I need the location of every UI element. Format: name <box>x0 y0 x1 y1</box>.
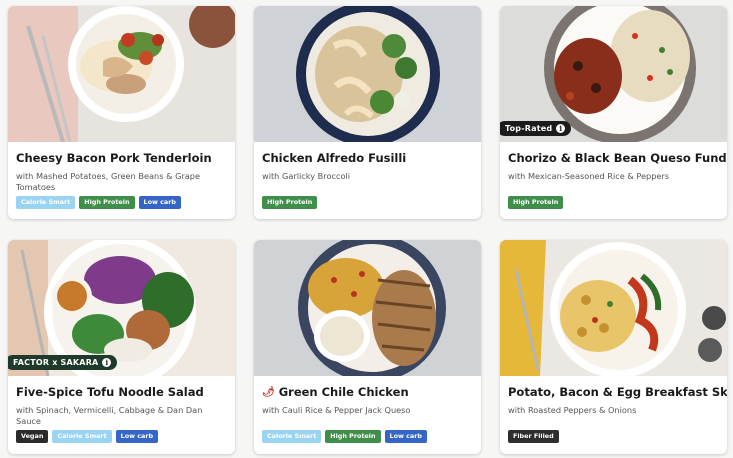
badge-label: FACTOR x SAKARA <box>13 358 99 367</box>
tag-calorie-smart: Calorie Smart <box>262 430 322 443</box>
tag-vegan: Vegan <box>16 430 49 443</box>
tag-low-carb: Low carb <box>115 430 159 443</box>
meal-card[interactable]: Cheesy Bacon Pork Tenderloin with Mashed… <box>8 6 235 219</box>
meal-subtitle: with Spinach, Vermicelli, Cabbage & Dan … <box>16 405 203 426</box>
meal-photo[interactable] <box>500 240 727 376</box>
tag-fiber-filled: Fiber Filled <box>508 430 559 443</box>
meal-card[interactable]: Chicken Alfredo Fusilli with Garlicky Br… <box>254 6 481 219</box>
meal-card[interactable]: Top-Rated i Chorizo & Black Bean Queso F… <box>500 6 727 219</box>
tag-high-protein: High Protein <box>508 196 564 209</box>
tag-calorie-smart: Calorie Smart <box>52 430 112 443</box>
meal-title[interactable]: Five-Spice Tofu Noodle Salad <box>16 385 235 399</box>
meal-tags: Vegan Calorie Smart Low carb <box>16 430 235 443</box>
tag-high-protein: High Protein <box>325 430 381 443</box>
chili-pepper-icon: 🌶 <box>262 386 275 398</box>
meal-tags: Calorie Smart High Protein Low carb <box>16 196 235 209</box>
meal-photo[interactable] <box>8 6 235 142</box>
meal-title-text: Chorizo & Black Bean Queso Fundido <box>508 151 727 165</box>
meal-title-text: Five-Spice Tofu Noodle Salad <box>16 385 204 399</box>
meal-subtitle: with Roasted Peppers & Onions <box>508 405 637 415</box>
meal-subtitle: with Mexican-Seasoned Rice & Peppers <box>508 171 670 181</box>
tag-low-carb: Low carb <box>138 196 181 209</box>
meal-title[interactable]: Cheesy Bacon Pork Tenderloin <box>16 151 235 165</box>
meal-card[interactable]: 🌶 Green Chile Chicken with Cauli Rice & … <box>254 240 481 454</box>
tag-low-carb: Low carb <box>384 430 427 443</box>
meal-title-text: Potato, Bacon & Egg Breakfast Skillet <box>508 385 727 399</box>
meal-subtitle: with Garlicky Broccoli <box>262 171 351 181</box>
partner-badge[interactable]: FACTOR x SAKARA i <box>8 355 118 370</box>
badge-label: Top-Rated <box>505 124 553 133</box>
meal-title[interactable]: 🌶 Green Chile Chicken <box>262 385 481 399</box>
meal-title[interactable]: Chorizo & Black Bean Queso Fundido <box>508 151 727 165</box>
meal-photo[interactable] <box>254 6 481 142</box>
meal-subtitle: with Mashed Potatoes, Green Beans & Grap… <box>16 171 201 192</box>
meal-title[interactable]: Potato, Bacon & Egg Breakfast Skillet <box>508 385 727 399</box>
tag-high-protein: High Protein <box>262 196 318 209</box>
top-rated-badge[interactable]: Top-Rated i <box>500 121 572 136</box>
meal-card[interactable]: FACTOR x SAKARA i Five-Spice Tofu Noodle… <box>8 240 235 454</box>
meal-title-text: Chicken Alfredo Fusilli <box>262 151 407 165</box>
info-icon[interactable]: i <box>556 124 566 133</box>
tag-calorie-smart: Calorie Smart <box>16 196 76 209</box>
meal-photo[interactable] <box>254 240 481 376</box>
meal-tags: Calorie Smart High Protein Low carb <box>262 430 481 443</box>
meal-title[interactable]: Chicken Alfredo Fusilli <box>262 151 481 165</box>
info-icon[interactable]: i <box>102 358 112 367</box>
meal-title-text: Green Chile Chicken <box>278 385 409 399</box>
meal-card[interactable]: Potato, Bacon & Egg Breakfast Skillet wi… <box>500 240 727 454</box>
meal-tags: High Protein <box>508 196 727 209</box>
meal-tags: High Protein <box>262 196 481 209</box>
meal-photo[interactable]: Top-Rated i <box>500 6 727 142</box>
meal-title-text: Cheesy Bacon Pork Tenderloin <box>16 151 212 165</box>
tag-high-protein: High Protein <box>79 196 135 209</box>
meal-subtitle: with Cauli Rice & Pepper Jack Queso <box>262 405 411 415</box>
meal-grid: Cheesy Bacon Pork Tenderloin with Mashed… <box>8 6 727 454</box>
meal-tags: Fiber Filled <box>508 430 727 443</box>
meal-photo[interactable]: FACTOR x SAKARA i <box>8 240 235 376</box>
